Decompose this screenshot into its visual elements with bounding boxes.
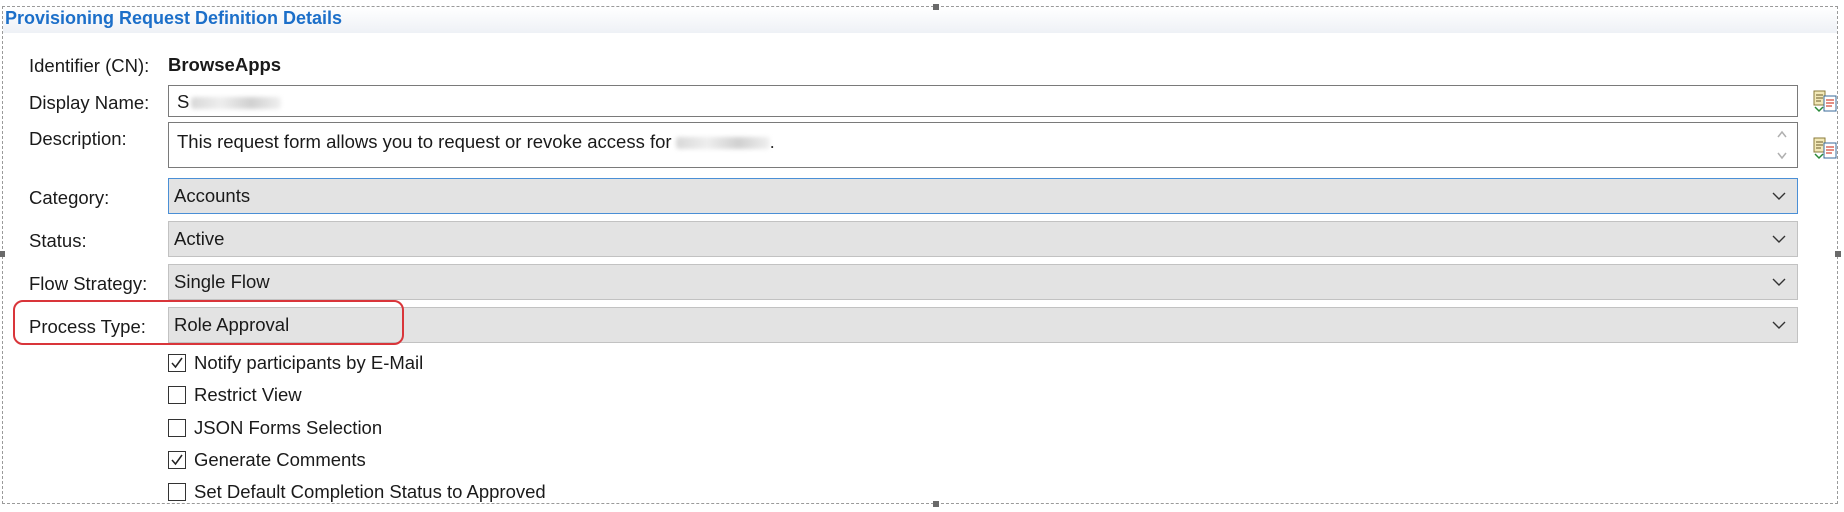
flow-strategy-label: Flow Strategy:	[29, 273, 148, 294]
category-label: Category:	[29, 187, 110, 208]
status-label: Status:	[29, 230, 87, 251]
chevron-down-icon	[1772, 192, 1786, 200]
status-select[interactable]: Active	[168, 221, 1798, 257]
chevron-down-icon	[1772, 235, 1786, 243]
chevron-down-icon	[1772, 278, 1786, 286]
description-period: .	[769, 131, 775, 152]
checkbox-box[interactable]	[168, 483, 186, 501]
checkbox-label: Notify participants by E-Mail	[194, 352, 424, 373]
flow-strategy-select[interactable]: Single Flow	[168, 264, 1798, 300]
description-scrollbar[interactable]	[1775, 127, 1789, 163]
section-title: Provisioning Request Definition Details	[5, 8, 343, 28]
redacted-text	[191, 97, 282, 110]
category-value: Accounts	[174, 185, 251, 206]
description-field[interactable]: This request form allows you to request …	[168, 122, 1798, 168]
process-type-select[interactable]: Role Approval	[168, 307, 1798, 343]
display-name-field[interactable]: S	[168, 85, 1798, 117]
resize-handle-bottom[interactable]	[933, 501, 939, 507]
checkbox-label: Generate Comments	[194, 449, 366, 470]
resize-handle-top[interactable]	[933, 4, 939, 10]
checkbox-label: Restrict View	[194, 384, 302, 405]
description-value: This request form allows you to request …	[177, 131, 672, 152]
checkmark-icon	[171, 357, 183, 369]
display-name-value: S	[177, 91, 190, 112]
checkbox-box[interactable]	[168, 419, 186, 437]
checkbox-box[interactable]	[168, 354, 186, 372]
display-name-label: Display Name:	[29, 92, 150, 113]
identifier-label: Identifier (CN):	[29, 55, 150, 76]
flow-strategy-value: Single Flow	[174, 271, 270, 292]
checkbox-label: Set Default Completion Status to Approve…	[194, 481, 546, 502]
process-type-highlight-annotation	[13, 300, 404, 345]
scroll-arrows-icon	[1777, 130, 1787, 160]
checkbox-label: JSON Forms Selection	[194, 417, 383, 438]
checkbox-box[interactable]	[168, 451, 186, 469]
description-label: Description:	[29, 128, 127, 149]
translate-icon[interactable]	[1813, 136, 1837, 160]
status-value: Active	[174, 228, 225, 249]
chevron-down-icon	[1772, 321, 1786, 329]
resize-handle-right[interactable]	[1835, 251, 1841, 257]
redacted-text	[675, 137, 770, 150]
category-select[interactable]: Accounts	[168, 178, 1798, 214]
checkmark-icon	[171, 454, 183, 466]
checkbox-box[interactable]	[168, 386, 186, 404]
translate-icon[interactable]	[1813, 89, 1837, 113]
identifier-value: BrowseApps	[168, 54, 282, 75]
resize-handle-left[interactable]	[0, 251, 5, 257]
